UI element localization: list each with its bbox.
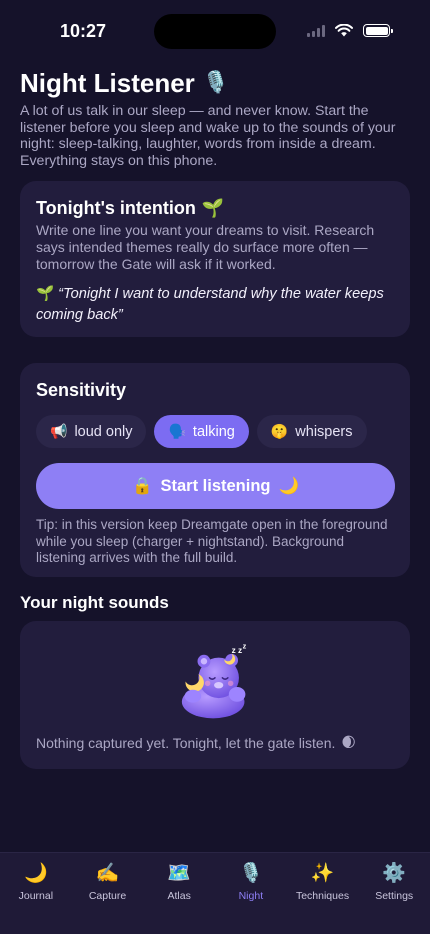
lock-icon: 🔒 — [131, 476, 153, 495]
microphone-icon: 🎙️ — [202, 71, 229, 94]
tab-label: Night — [238, 890, 264, 902]
tab-techniques[interactable]: ✨ Techniques — [287, 853, 359, 934]
status-bar: 10:27 — [0, 0, 430, 60]
page-title-text: Night Listener — [20, 68, 195, 98]
tab-capture[interactable]: ✍️ Capture — [72, 853, 144, 934]
map-icon: 🗺️ — [167, 863, 192, 884]
intention-text: “Tonight I want to understand why the wa… — [36, 286, 384, 324]
tab-settings[interactable]: ⚙️ Settings — [358, 853, 430, 934]
intention-title: Tonight's intention 🌱 — [36, 197, 394, 219]
crescent-moon-icon: 🌒 — [341, 734, 356, 751]
gear-icon: ⚙️ — [382, 863, 407, 884]
page-title: Night Listener 🎙️ — [20, 66, 410, 100]
chip-label: talking — [192, 423, 235, 440]
dynamic-island — [154, 14, 276, 49]
wifi-icon — [335, 24, 353, 37]
tip-text: Tip: in this version keep Dreamgate open… — [36, 517, 388, 566]
start-listening-button[interactable]: 🔒 Start listening 🌙 — [36, 463, 395, 510]
night-sounds-title: Your night sounds — [20, 593, 169, 613]
sensitivity-card: Sensitivity 📢 loud only 🗣️ talking 🤫 whi… — [20, 363, 410, 578]
speaking-head-icon: 🗣️ — [168, 423, 186, 440]
sleeping-bear-mascot-icon: z z z — [181, 642, 247, 719]
sensitivity-option-loud-only[interactable]: 📢 loud only — [36, 415, 147, 449]
start-listening-label: Start listening — [160, 476, 271, 495]
svg-text:z: z — [243, 642, 247, 651]
tab-label: Capture — [88, 890, 127, 902]
empty-state-text: Nothing captured yet. Tonight, let the g… — [36, 734, 336, 751]
tab-label: Settings — [375, 890, 414, 902]
sensitivity-option-whispers[interactable]: 🤫 whispers — [256, 415, 367, 449]
writing-hand-icon: ✍️ — [95, 863, 120, 884]
moon-icon: 🌙 — [24, 863, 48, 884]
tab-journal[interactable]: 🌙 Journal — [0, 853, 72, 934]
intention-description: Write one line you want your dreams to v… — [36, 222, 375, 273]
svg-text:z z: z z — [232, 646, 243, 655]
tab-label: Journal — [18, 890, 54, 902]
sensitivity-option-talking[interactable]: 🗣️ talking — [154, 415, 249, 449]
sprout-icon: 🌱 — [36, 286, 55, 303]
tab-atlas[interactable]: 🗺️ Atlas — [143, 853, 215, 934]
status-icons — [307, 24, 393, 37]
intention-card[interactable]: Tonight's intention 🌱 Write one line you… — [20, 181, 410, 338]
intention-entry[interactable]: 🌱 “Tonight I want to understand why the w… — [36, 284, 394, 326]
sparkles-icon: ✨ — [310, 863, 335, 884]
intention-title-text: Tonight's intention — [36, 198, 196, 219]
tab-night[interactable]: 🎙️ Night — [215, 853, 287, 934]
chip-label: loud only — [74, 423, 133, 440]
tab-label: Atlas — [167, 890, 191, 902]
main-content: Night Listener 🎙️ A lot of us talk in ou… — [20, 66, 410, 770]
battery-icon — [363, 24, 393, 37]
sensitivity-title: Sensitivity — [36, 380, 127, 401]
tab-label: Techniques — [295, 890, 350, 902]
chip-label: whispers — [295, 423, 353, 440]
sensitivity-options: 📢 loud only 🗣️ talking 🤫 whispers — [36, 415, 394, 449]
microphone-icon: 🎙️ — [239, 863, 263, 884]
empty-state: Nothing captured yet. Tonight, let the g… — [36, 734, 356, 751]
moon-icon: 🌙 — [278, 476, 300, 495]
shushing-face-icon: 🤫 — [270, 423, 289, 440]
tab-bar: 🌙 Journal ✍️ Capture 🗺️ Atlas 🎙️ Night ✨… — [0, 852, 430, 934]
status-time: 10:27 — [60, 21, 107, 41]
intro-text: A lot of us talk in our sleep — and neve… — [20, 103, 396, 169]
megaphone-icon: 📢 — [50, 423, 68, 440]
night-sounds-card: z z z Nothing captured yet. Tonight, let… — [20, 621, 410, 770]
signal-icon — [307, 24, 325, 37]
sprout-icon: 🌱 — [201, 198, 225, 219]
